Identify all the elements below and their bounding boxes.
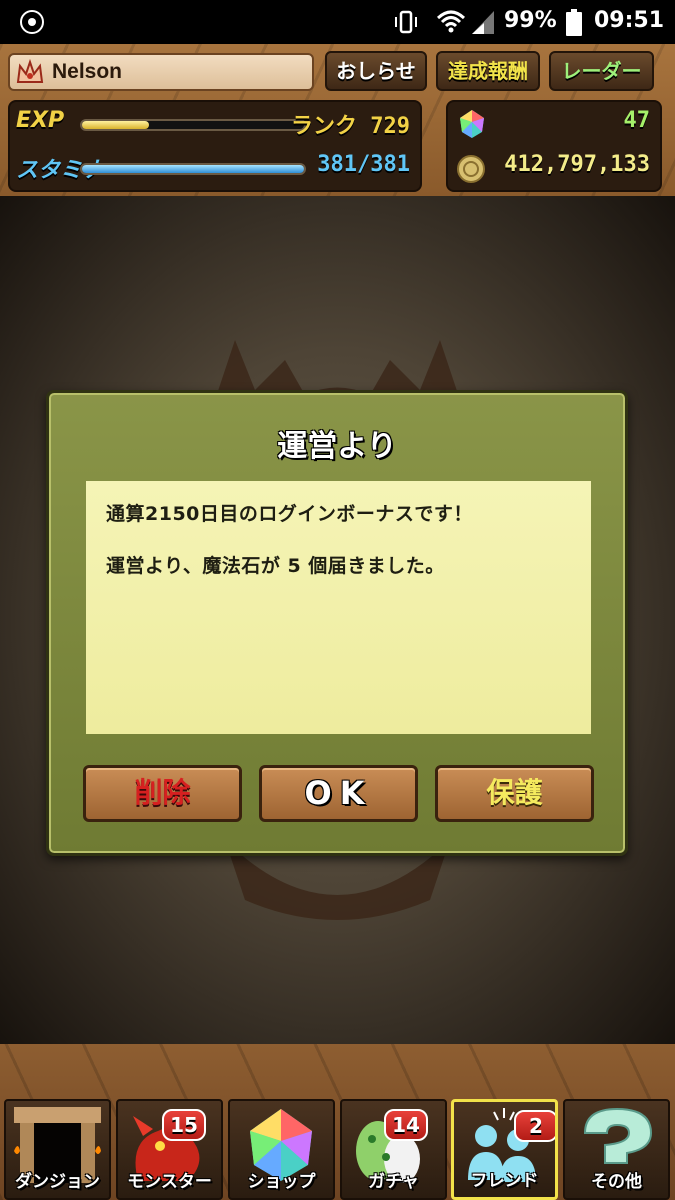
message-dialog: 運営より 通算2150日目のログインボーナスです！ 運営より、魔法石が 5 個届… [46, 390, 628, 856]
dialog-title: 運営より [277, 429, 397, 464]
bottom-nav: ダンジョン 15 モンスター ショップ 14 ガチャ 2 フレンド その他 [0, 1044, 675, 1200]
exp-bar [80, 119, 306, 131]
top-hud: Nelson おしらせ 達成報酬 レーダー EXP ランク 729 スタミナ 3… [0, 44, 675, 196]
nav-friend[interactable]: 2 フレンド [451, 1099, 558, 1200]
exp-bar-fill [82, 121, 149, 129]
notification-app-icon [20, 10, 44, 34]
message-line: 運営より、魔法石が 5 個届きました。 [106, 555, 445, 577]
magic-stone-count: 47 [623, 108, 651, 133]
crown-icon [16, 58, 44, 83]
nav-label: ガチャ [368, 1172, 419, 1192]
nav-shop[interactable]: ショップ [228, 1099, 335, 1200]
battery-percent: 99% [504, 8, 557, 33]
coin-count: 412,797,133 [504, 152, 650, 177]
nav-label: モンスター [127, 1172, 212, 1192]
player-stats-panel: EXP ランク 729 スタミナ 381/381 [8, 100, 422, 192]
nav-monster[interactable]: 15 モンスター [116, 1099, 223, 1200]
vibrate-icon [395, 10, 417, 34]
coin-icon [457, 155, 485, 183]
resources-panel: 47 412,797,133 [446, 100, 662, 192]
ok-button[interactable]: OK [259, 765, 418, 822]
news-button[interactable]: おしらせ [325, 51, 427, 91]
protect-button[interactable]: 保護 [435, 765, 594, 822]
rank-value: ランク 729 [291, 114, 410, 139]
nav-label: ショップ [247, 1172, 316, 1192]
battery-icon [566, 9, 582, 36]
wifi-icon [436, 10, 466, 33]
screen: 99% 09:51 Nelson おしらせ 達成報酬 レーダー EXP ランク … [0, 0, 675, 1200]
nav-other[interactable]: その他 [563, 1099, 670, 1200]
radar-button[interactable]: レーダー [549, 51, 654, 91]
magic-stone-icon [460, 110, 484, 138]
message-line: 通算2150日目のログインボーナスです！ [106, 503, 473, 525]
delete-button[interactable]: 削除 [83, 765, 242, 822]
gacha-count-badge: 14 [384, 1109, 428, 1141]
clock: 09:51 [594, 8, 665, 33]
nav-label: フレンド [470, 1171, 539, 1191]
signal-icon [472, 11, 494, 34]
nav-dungeon[interactable]: ダンジョン [4, 1099, 111, 1200]
monster-count-badge: 15 [162, 1109, 206, 1141]
nav-label: その他 [591, 1172, 642, 1192]
stamina-bar-fill [82, 165, 304, 173]
nav-gacha[interactable]: 14 ガチャ [340, 1099, 447, 1200]
message-body: 通算2150日目のログインボーナスです！ 運営より、魔法石が 5 個届きました。 [86, 481, 591, 734]
nav-label: ダンジョン [15, 1172, 100, 1192]
achievements-button[interactable]: 達成報酬 [436, 51, 540, 91]
stamina-bar [80, 163, 306, 175]
player-name: Nelson [52, 60, 123, 83]
status-bar: 99% 09:51 [0, 0, 675, 44]
stamina-value: 381/381 [317, 152, 410, 177]
player-name-plate[interactable]: Nelson [8, 53, 314, 91]
exp-label: EXP [16, 108, 65, 133]
friend-count-badge: 2 [514, 1110, 555, 1142]
